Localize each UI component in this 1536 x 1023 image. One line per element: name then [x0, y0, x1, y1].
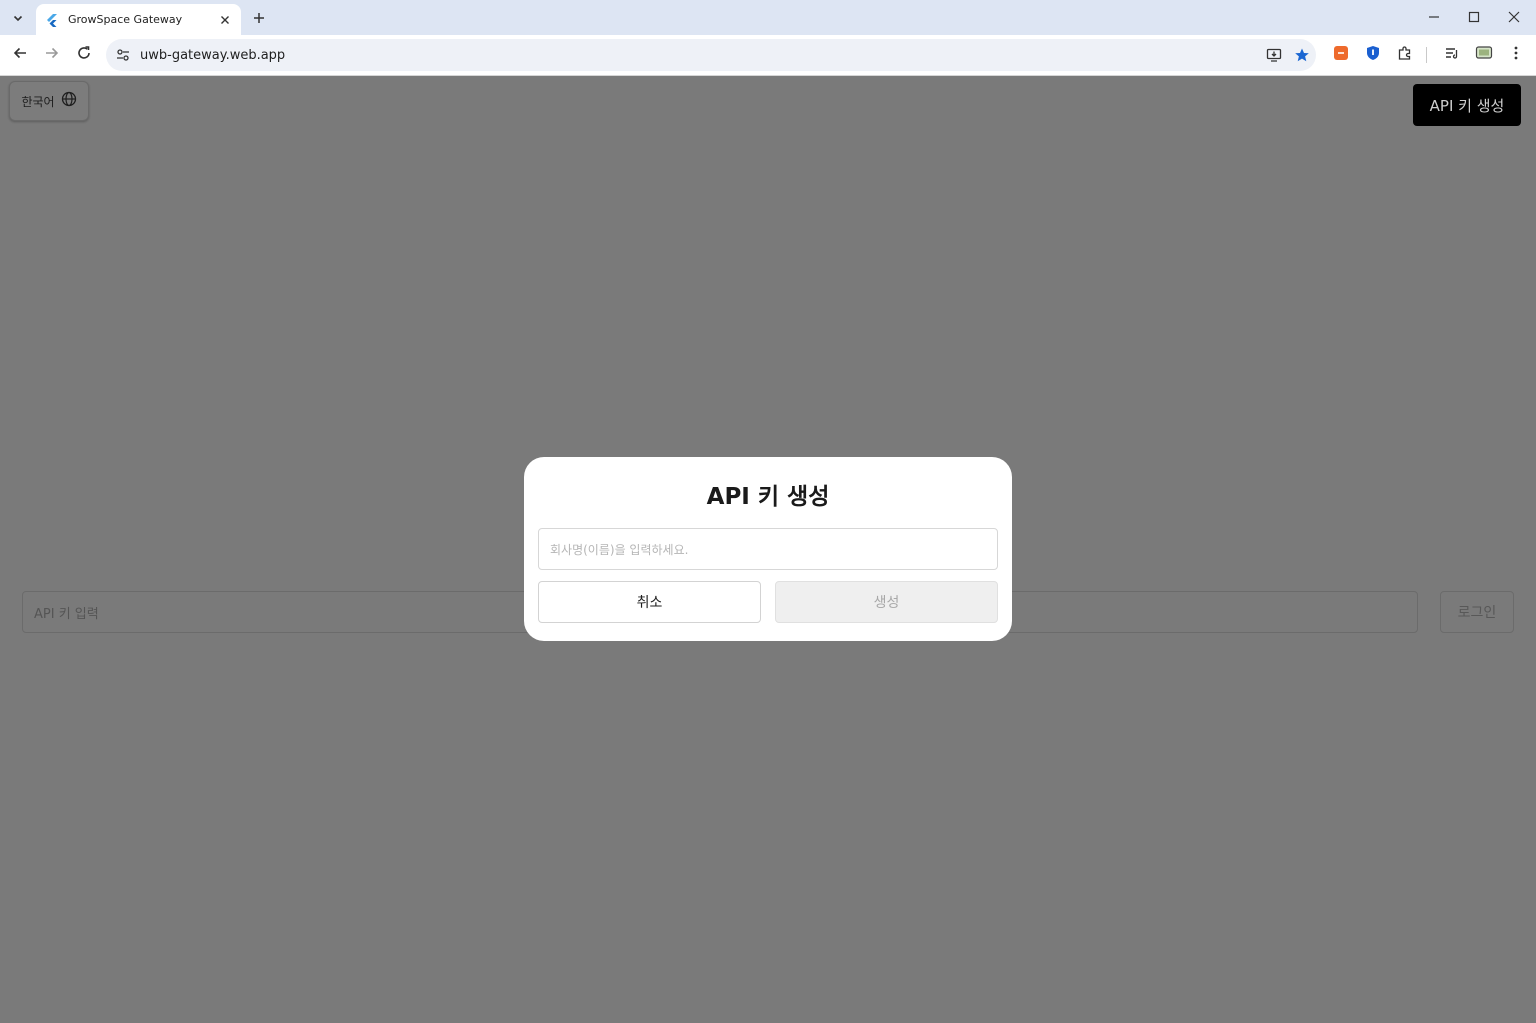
- extension-shield-button[interactable]: [1360, 42, 1386, 68]
- forward-button[interactable]: [39, 42, 65, 68]
- more-vert-icon: [1508, 45, 1524, 65]
- create-button[interactable]: 생성: [775, 581, 998, 623]
- browser-tab[interactable]: GrowSpace Gateway: [36, 4, 241, 35]
- browser-toolbar: uwb-gateway.web.app: [0, 35, 1536, 76]
- toolbar-separator: [1426, 47, 1427, 63]
- arrow-right-icon: [44, 45, 60, 65]
- language-label: 한국어: [21, 94, 55, 109]
- extension-orange-button[interactable]: [1328, 42, 1354, 68]
- plus-icon: [253, 9, 265, 28]
- extensions-button[interactable]: [1392, 42, 1418, 68]
- profile-button[interactable]: [1471, 42, 1497, 68]
- maximize-icon: [1468, 8, 1480, 27]
- url-text[interactable]: uwb-gateway.web.app: [140, 48, 1260, 63]
- chevron-down-icon: [12, 9, 24, 28]
- browser-tabstrip: GrowSpace Gateway: [0, 0, 1536, 35]
- create-api-key-dialog: API 키 생성 회사명(이름)을 입력하세요. 취소 생성: [524, 457, 1012, 641]
- extension-orange-icon: [1333, 45, 1349, 65]
- tab-title: GrowSpace Gateway: [68, 13, 183, 26]
- maximize-button[interactable]: [1454, 0, 1494, 35]
- flutter-icon: [44, 12, 60, 28]
- reload-button[interactable]: [71, 42, 97, 68]
- shield-icon: [1365, 45, 1381, 65]
- company-name-input[interactable]: 회사명(이름)을 입력하세요.: [538, 528, 998, 570]
- reading-list-icon: [1444, 45, 1460, 65]
- puzzle-icon: [1397, 45, 1413, 65]
- reading-list-button[interactable]: [1439, 42, 1465, 68]
- tune-icon[interactable]: [108, 40, 138, 70]
- back-button[interactable]: [7, 42, 33, 68]
- dialog-title: API 키 생성: [706, 484, 830, 510]
- address-bar[interactable]: uwb-gateway.web.app: [106, 39, 1316, 71]
- create-api-key-button[interactable]: API 키 생성: [1413, 84, 1521, 126]
- new-tab-button[interactable]: [248, 7, 270, 29]
- close-window-button[interactable]: [1494, 0, 1534, 35]
- login-button[interactable]: 로그인: [1440, 591, 1514, 633]
- globe-icon: [61, 91, 77, 111]
- install-app-icon[interactable]: [1260, 41, 1288, 69]
- menu-button[interactable]: [1503, 42, 1529, 68]
- cancel-button[interactable]: 취소: [538, 581, 761, 623]
- close-icon: [1508, 8, 1520, 27]
- star-icon[interactable]: [1288, 41, 1316, 69]
- language-selector[interactable]: 한국어: [9, 81, 89, 121]
- reload-icon: [76, 45, 92, 65]
- arrow-left-icon: [12, 45, 28, 65]
- close-icon[interactable]: [217, 12, 233, 28]
- minimize-icon: [1428, 8, 1440, 27]
- minimize-button[interactable]: [1414, 0, 1454, 35]
- tab-search-button[interactable]: [6, 6, 30, 30]
- profile-icon: [1475, 45, 1493, 65]
